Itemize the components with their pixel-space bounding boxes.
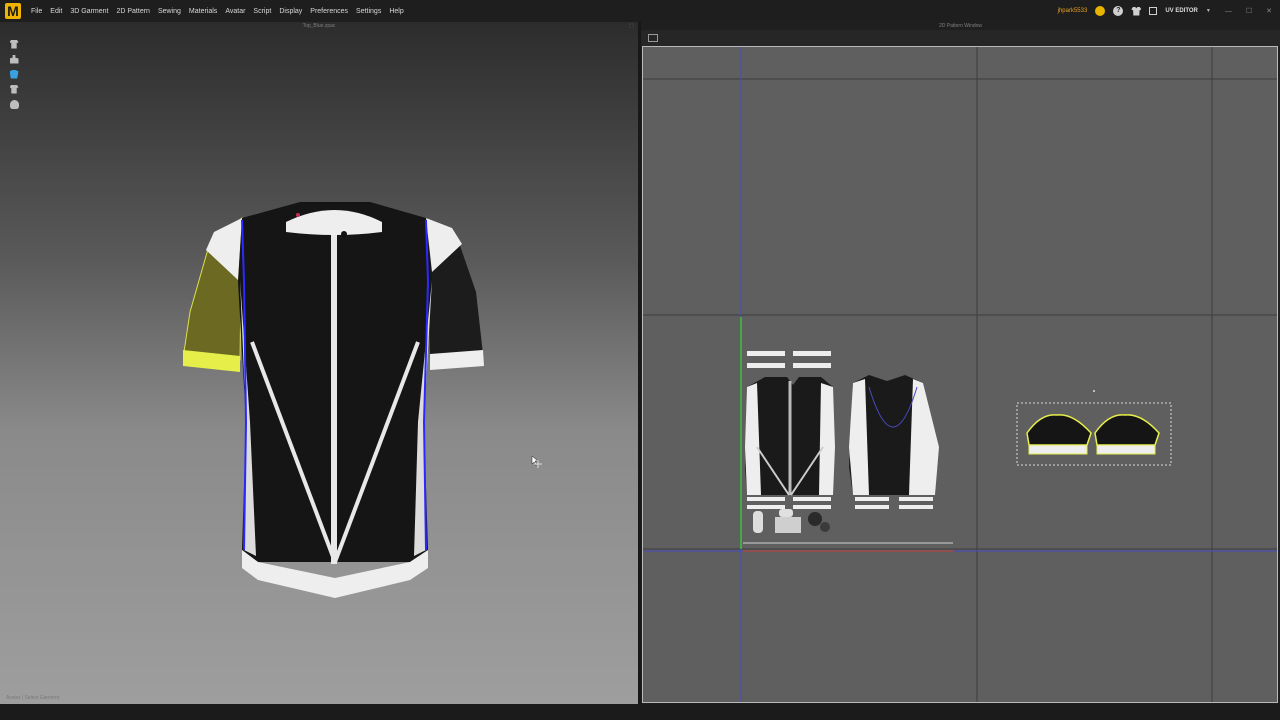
pattern-sleeves-selected[interactable] [1016,390,1172,466]
menu-edit[interactable]: Edit [46,8,66,15]
pattern-collar-piece [793,363,831,368]
trim-piece [808,512,822,526]
shirt-icon[interactable] [1131,6,1142,16]
pattern-collar-piece [747,363,785,368]
trim-piece [775,517,801,533]
menu-2d-pattern[interactable]: 2D Pattern [112,8,153,15]
menu-3d-garment[interactable]: 3D Garment [66,8,112,15]
trim-piece [779,509,793,517]
2d-pattern-window[interactable]: 2D Pattern Window [641,22,1280,704]
minimize-button[interactable]: — [1225,8,1232,15]
collar-button [341,231,347,237]
pattern-hem [855,505,889,509]
uv-grid [643,47,1277,702]
menu-file[interactable]: File [27,8,46,15]
uv-grid-icon [1149,7,1158,15]
maximize-button[interactable]: ☐ [1246,7,1252,15]
shirt-3d-model[interactable] [183,202,484,598]
2d-window-title: 2D Pattern Window [938,23,983,29]
coin-icon[interactable] [1095,6,1106,16]
pattern-hem [747,497,785,501]
status-bar: Avatar | Select Garment [6,695,60,701]
sleeve-pattern-left-cuff [1028,444,1088,455]
bottom-bar [0,704,1280,720]
pattern-canvas-svg[interactable] [643,47,1278,703]
pattern-front-side-right [819,383,835,495]
3d-garment-window[interactable]: Top_Blue.zpac ⬚ Avatar | Select Garment [0,22,638,704]
trim-piece [820,522,830,532]
collar-marker [296,213,300,217]
menu-sewing[interactable]: Sewing [154,8,185,15]
menu-script[interactable]: Script [249,8,275,15]
pattern-hem [793,505,831,509]
pattern-hem [793,497,831,501]
selection-pivot [1093,390,1095,392]
menu-bar: M File Edit 3D Garment 2D Pattern Sewing… [0,0,1280,22]
center-zipper [331,228,337,564]
pattern-collar-piece [793,351,831,356]
pattern-hem [899,505,933,509]
pattern-canvas[interactable] [642,46,1278,703]
pattern-front[interactable] [745,351,835,509]
close-button[interactable]: ✕ [1266,7,1272,15]
pattern-trims[interactable] [753,509,830,533]
dropdown-icon[interactable]: ▼ [1206,8,1211,14]
trim-piece [753,511,763,533]
pattern-toolbar [641,30,1280,46]
help-icon[interactable]: ? [1113,6,1124,16]
user-name[interactable]: jhpark5533 [1058,8,1088,14]
sleeve-pattern-right [1094,414,1160,446]
header-tools: jhpark5533 ? UV EDITOR ▼ — ☐ ✕ [1058,0,1272,22]
pattern-hem [747,505,785,509]
3d-viewport[interactable] [0,22,638,704]
menu-settings[interactable]: Settings [352,8,385,15]
sleeve-pattern-right-cuff [1096,444,1156,455]
pattern-back[interactable] [849,375,939,509]
pattern-hem [899,497,933,501]
pattern-hem [855,497,889,501]
menu-materials[interactable]: Materials [185,8,221,15]
pattern-collar-piece [747,351,785,356]
uv-editor-mode[interactable]: UV EDITOR [1165,8,1198,14]
sleeve-pattern-left [1026,414,1092,446]
pattern-select-icon[interactable] [648,34,658,42]
menu-display[interactable]: Display [275,8,306,15]
menu-preferences[interactable]: Preferences [306,8,352,15]
menu-help[interactable]: Help [385,8,407,15]
menu-avatar[interactable]: Avatar [221,8,249,15]
app-logo: M [5,3,21,19]
